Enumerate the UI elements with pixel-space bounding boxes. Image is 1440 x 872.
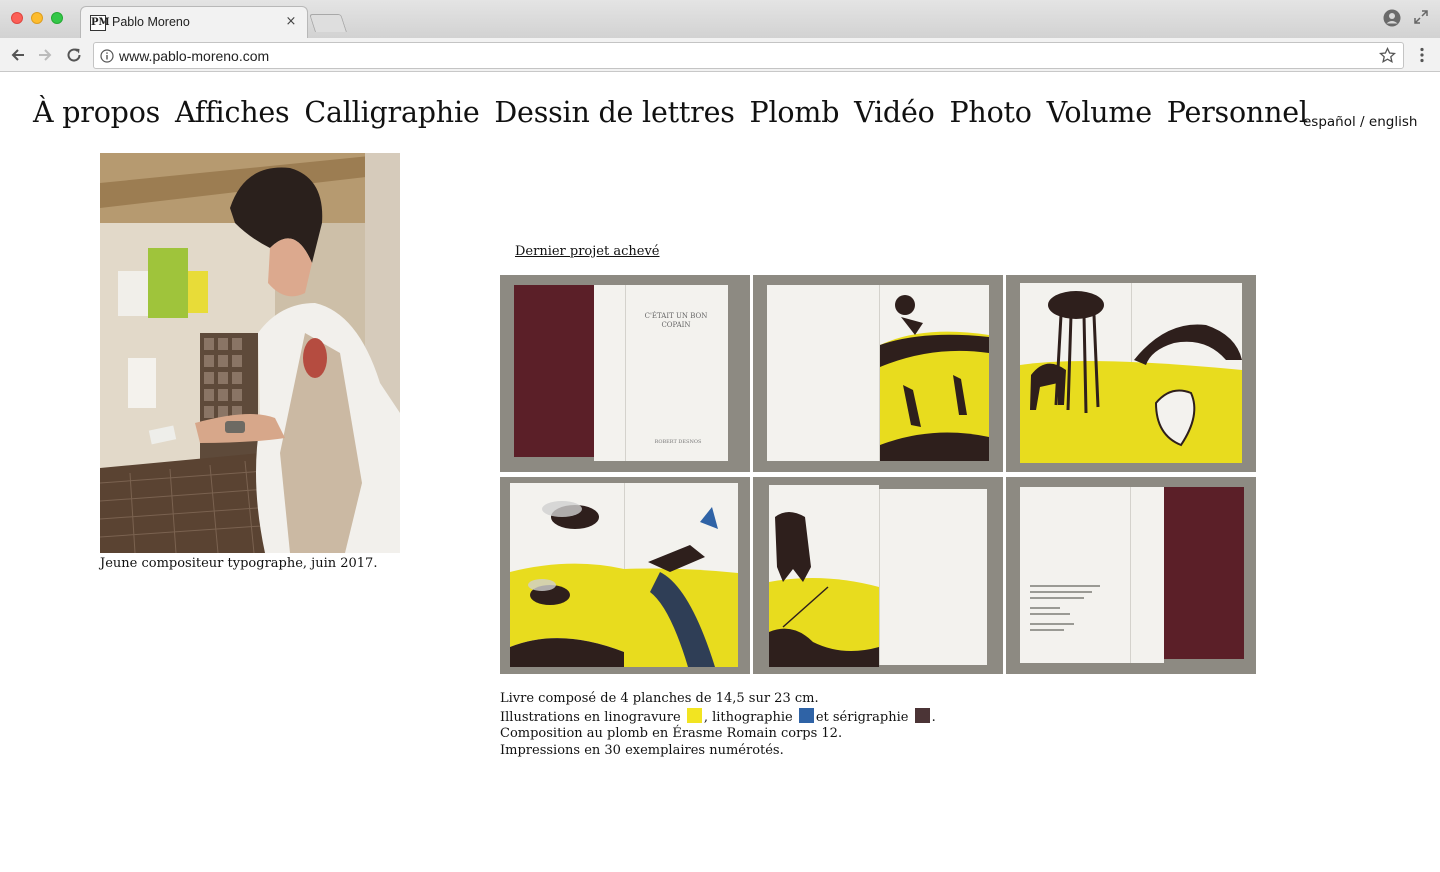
nav-link-volume[interactable]: Volume bbox=[1047, 96, 1152, 129]
site-navigation: À propos Affiches Calligraphie Dessin de… bbox=[33, 96, 1314, 129]
gallery-thumb-4[interactable] bbox=[500, 477, 750, 674]
desc-line-composition: Composition au plomb en Érasme Romain co… bbox=[500, 726, 843, 741]
desc-lithographie-text: , lithographie bbox=[703, 709, 793, 725]
gallery-thumb-5[interactable] bbox=[753, 477, 1003, 674]
gallery-thumb-2[interactable] bbox=[753, 275, 1003, 472]
desc-line-techniques: Illustrations en linogravure , lithograp… bbox=[500, 707, 936, 727]
linogravure-color-swatch bbox=[686, 707, 702, 723]
language-switcher: español / english bbox=[1303, 114, 1417, 130]
back-arrow-icon[interactable] bbox=[8, 45, 28, 65]
browser-tab-bar: PM Pablo Moreno × bbox=[0, 0, 1440, 38]
nav-link-dessin-de-lettres[interactable]: Dessin de lettres bbox=[494, 96, 734, 129]
serigraphie-color-swatch bbox=[914, 707, 930, 723]
desc-period: . bbox=[931, 709, 936, 725]
window-minimize-button[interactable] bbox=[31, 12, 43, 24]
window-close-button[interactable] bbox=[11, 12, 23, 24]
gallery-thumb-3[interactable] bbox=[1006, 275, 1256, 472]
lithographie-color-swatch bbox=[798, 707, 814, 723]
url-text[interactable]: www.pablo-moreno.com bbox=[119, 48, 269, 64]
project-description: Livre composé de 4 planches de 14,5 sur … bbox=[500, 691, 936, 759]
nav-link-calligraphie[interactable]: Calligraphie bbox=[304, 96, 479, 129]
nav-link-personnel[interactable]: Personnel bbox=[1167, 96, 1308, 129]
gallery-thumb-6[interactable] bbox=[1006, 477, 1256, 674]
info-icon[interactable] bbox=[100, 49, 114, 63]
nav-link-plomb[interactable]: Plomb bbox=[750, 96, 840, 129]
nav-link-a-propos[interactable]: À propos bbox=[33, 96, 160, 129]
desc-serigraphie-text: et sérigraphie bbox=[815, 709, 909, 725]
desc-line-format: Livre composé de 4 planches de 14,5 sur … bbox=[500, 691, 819, 706]
address-bar[interactable]: www.pablo-moreno.com bbox=[93, 42, 1404, 69]
bookmark-star-icon[interactable] bbox=[1379, 47, 1396, 64]
nav-link-video[interactable]: Vidéo bbox=[854, 96, 935, 129]
lang-separator: / bbox=[1355, 114, 1369, 130]
lang-link-english[interactable]: english bbox=[1369, 114, 1418, 130]
reload-icon[interactable] bbox=[64, 45, 84, 65]
new-tab-button[interactable] bbox=[309, 14, 347, 32]
nav-link-photo[interactable]: Photo bbox=[949, 96, 1032, 129]
fullscreen-icon[interactable] bbox=[1413, 9, 1429, 25]
portrait-caption: Jeune compositeur typographe, juin 2017. bbox=[100, 556, 378, 571]
book-title-line-1: C'ÉTAIT UN BON bbox=[645, 311, 708, 320]
tab-title: Pablo Moreno bbox=[112, 15, 190, 29]
lang-link-espanol[interactable]: español bbox=[1303, 114, 1356, 130]
gallery-thumb-1[interactable]: C'ÉTAIT UN BON COPAIN ROBERT DESNOS bbox=[500, 275, 750, 472]
profile-icon[interactable] bbox=[1383, 9, 1401, 27]
browser-toolbar: www.pablo-moreno.com bbox=[0, 38, 1440, 72]
book-author: ROBERT DESNOS bbox=[655, 439, 702, 445]
book-title-line-2: COPAIN bbox=[661, 321, 690, 329]
desc-linogravure-text: Illustrations en linogravure bbox=[500, 709, 681, 725]
browser-menu-icon[interactable] bbox=[1413, 46, 1431, 64]
browser-tab-active[interactable]: PM Pablo Moreno × bbox=[80, 6, 308, 38]
forward-arrow-icon[interactable] bbox=[35, 45, 55, 65]
site-favicon-icon: PM bbox=[90, 15, 110, 31]
desc-line-edition: Impressions en 30 exemplaires numérotés. bbox=[500, 742, 784, 758]
portrait-photo bbox=[100, 153, 400, 553]
project-gallery: C'ÉTAIT UN BON COPAIN ROBERT DESNOS bbox=[500, 275, 1256, 674]
tab-close-icon[interactable]: × bbox=[283, 13, 299, 31]
window-zoom-button[interactable] bbox=[51, 12, 63, 24]
latest-project-link[interactable]: Dernier projet achevé bbox=[515, 244, 659, 259]
nav-link-affiches[interactable]: Affiches bbox=[175, 96, 290, 129]
